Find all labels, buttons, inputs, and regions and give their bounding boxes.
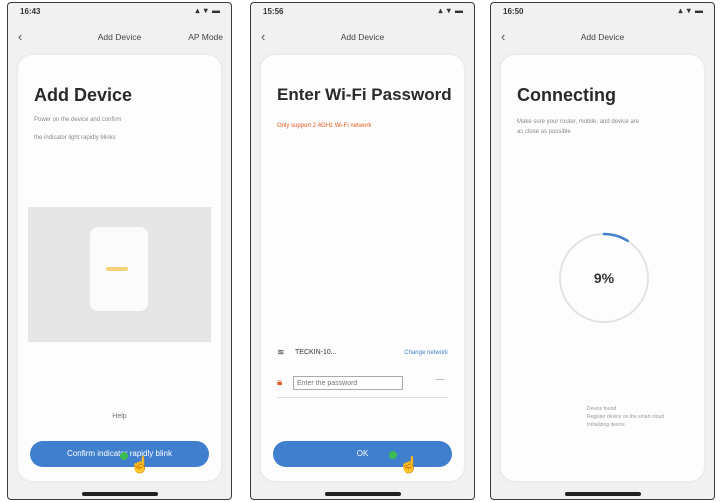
nav-bar: ‹ Add Device [491,25,714,51]
change-network-link[interactable]: Change network [404,350,448,356]
password-row: 🔒︎ [277,373,448,398]
step-device-found: Device found [587,406,617,412]
page-title: Enter Wi-Fi Password [277,85,452,104]
help-link[interactable]: Help [18,413,221,420]
content-card: Enter Wi-Fi Password Only support 2.4GHz… [261,55,464,481]
phone-screen-connecting: 16:50 ▴ ▾ ▬ ‹ Add Device Connecting Make… [490,2,715,500]
wifi-network-name: TECKIN-10... [295,349,337,356]
smart-plug-image [90,227,148,311]
page-title: Add Device [34,85,133,105]
phone-screen-wifi-password: 15:56 ▴ ▾ ▬ ‹ Add Device Enter Wi-Fi Pas… [250,2,475,500]
ok-button[interactable]: OK [273,441,452,467]
home-indicator [325,492,401,496]
password-input[interactable] [293,376,403,390]
tap-indicator-dot [389,451,397,459]
status-bar: 16:50 ▴ ▾ ▬ [491,3,714,23]
network-warning: Only support 2.4GHz Wi-Fi network [277,123,372,129]
description-line-2: the indicator light rapidly blinks [34,135,116,141]
pointing-hand-icon: ☝ [399,457,419,474]
description-line-1: Power on the device and confirm [34,117,122,123]
progress-percent: 9% [593,270,615,286]
content-card: Add Device Power on the device and confi… [18,55,221,481]
signal-icons: ▴ ▾ ▬ [438,6,464,15]
step-initializing: Initializing device [587,422,625,428]
ap-mode-link[interactable]: AP Mode [188,32,223,42]
hide-password-icon[interactable] [436,379,444,380]
step-register-device: Register device on the smart cloud [587,414,664,420]
nav-bar: ‹ Add Device [251,25,474,51]
status-time: 16:43 [20,7,41,16]
tap-indicator-dot [120,452,128,460]
page-title: Connecting [517,85,616,105]
nav-title: Add Device [340,32,385,42]
wifi-icon: ≋ [277,347,285,357]
status-bar: 15:56 ▴ ▾ ▬ [251,3,474,23]
home-indicator [82,492,158,496]
status-bar: 16:43 ▴ ▾ ▬ [8,3,231,23]
nav-bar: ‹ Add Device AP Mode [8,25,231,51]
connection-steps: Device found Register device on the smar… [587,405,697,429]
status-time: 15:56 [263,7,284,16]
lock-icon: 🔒︎ [277,377,283,388]
indicator-light-icon [106,267,128,271]
phone-screen-add-device: 16:43 ▴ ▾ ▬ ‹ Add Device AP Mode Add Dev… [7,2,232,500]
pointing-hand-icon: ☝ [130,457,150,474]
content-card: Connecting Make sure your router, mobile… [501,55,704,481]
device-illustration [28,207,211,342]
signal-icons: ▴ ▾ ▬ [678,6,704,15]
connecting-description: Make sure your router, mobile, and devic… [517,119,640,135]
home-indicator [565,492,641,496]
wifi-row: ≋ TECKIN-10... Change network [277,345,448,365]
status-time: 16:50 [503,7,524,16]
nav-title: Add Device [580,32,625,42]
signal-icons: ▴ ▾ ▬ [195,6,221,15]
